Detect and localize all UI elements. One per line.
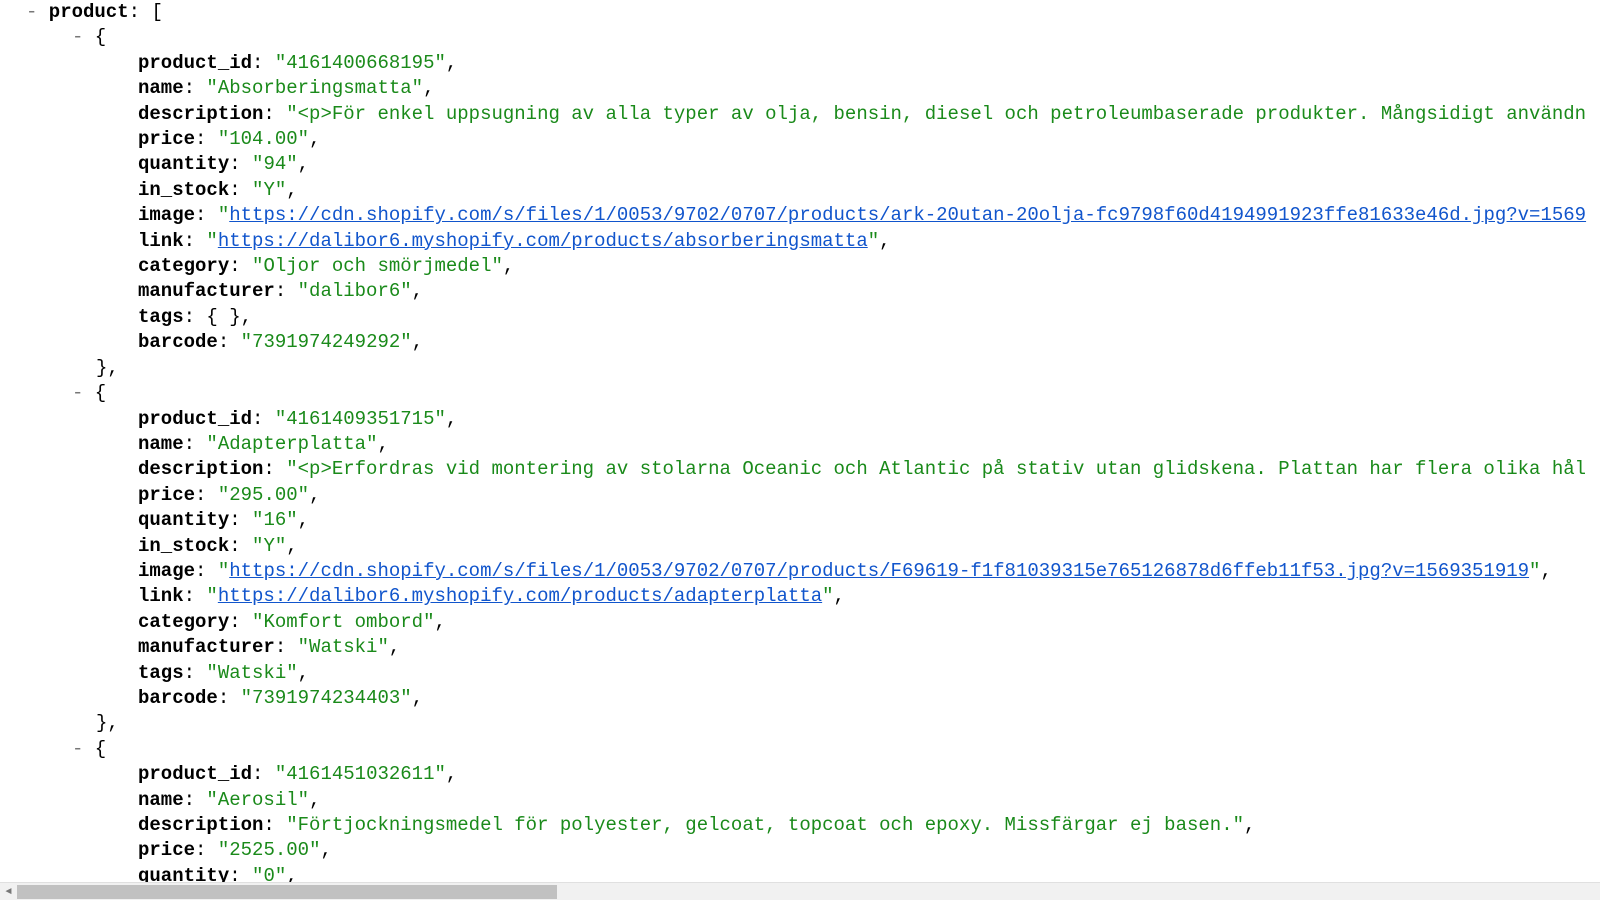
json-field: product_id: "4161409351715", (0, 407, 1600, 432)
json-field: link: "https://dalibor6.myshopify.com/pr… (0, 584, 1600, 609)
field-value: Förtjockningsmedel för polyester, gelcoa… (298, 814, 1233, 836)
json-field: name: "Absorberingsmatta", (0, 76, 1600, 101)
json-field: quantity: "0", (0, 864, 1600, 882)
open-bracket: [ (151, 1, 162, 23)
field-value: <p>Erfordras vid montering av stolarna O… (298, 458, 1586, 480)
scroll-left-arrow-icon[interactable]: ◄ (0, 883, 17, 900)
product-link[interactable]: https://dalibor6.myshopify.com/products/… (218, 585, 822, 607)
json-field: price: "295.00", (0, 483, 1600, 508)
field-value: 2525.00 (229, 839, 309, 861)
product-link[interactable]: https://dalibor6.myshopify.com/products/… (218, 230, 868, 252)
field-value: Absorberingsmatta (218, 77, 412, 99)
field-value: Oljor och smörjmedel (263, 255, 491, 277)
json-field: description: "Förtjockningsmedel för pol… (0, 813, 1600, 838)
field-value: 94 (263, 153, 286, 175)
close-brace: }, (0, 711, 1600, 736)
open-brace: { (95, 738, 106, 760)
json-field: description: "<p>Erfordras vid montering… (0, 457, 1600, 482)
open-brace: { (95, 26, 106, 48)
object-header[interactable]: - { (0, 25, 1600, 50)
field-value: Adapterplatta (218, 433, 366, 455)
image-link[interactable]: https://cdn.shopify.com/s/files/1/0053/9… (229, 204, 1586, 226)
json-field: price: "2525.00", (0, 838, 1600, 863)
json-field: manufacturer: "dalibor6", (0, 279, 1600, 304)
json-field: image: "https://cdn.shopify.com/s/files/… (0, 559, 1600, 584)
json-field: name: "Aerosil", (0, 788, 1600, 813)
field-value: 7391974249292 (252, 331, 400, 353)
json-field: quantity: "94", (0, 152, 1600, 177)
field-value: Komfort ombord (263, 611, 423, 633)
object-header[interactable]: - { (0, 381, 1600, 406)
root-key: product (49, 1, 129, 23)
field-value: 7391974234403 (252, 687, 400, 709)
json-field: description: "<p>För enkel uppsugning av… (0, 102, 1600, 127)
field-value: dalibor6 (309, 280, 400, 302)
json-field: barcode: "7391974234403", (0, 686, 1600, 711)
json-field: tags: { }, (0, 305, 1600, 330)
json-field: category: "Oljor och smörjmedel", (0, 254, 1600, 279)
collapse-toggle-icon[interactable]: - (72, 737, 83, 762)
json-field: tags: "Watski", (0, 661, 1600, 686)
json-field: image: "https://cdn.shopify.com/s/files/… (0, 203, 1600, 228)
field-value: Watski (309, 636, 377, 658)
collapse-toggle-icon[interactable]: - (26, 0, 37, 25)
json-field: barcode: "7391974249292", (0, 330, 1600, 355)
field-value: 295.00 (229, 484, 297, 506)
field-value: Aerosil (218, 789, 298, 811)
json-tree-viewer: - product: [ - { product_id: "4161400668… (0, 0, 1600, 882)
json-field: quantity: "16", (0, 508, 1600, 533)
json-field: price: "104.00", (0, 127, 1600, 152)
collapse-toggle-icon[interactable]: - (72, 25, 83, 50)
json-field: link: "https://dalibor6.myshopify.com/pr… (0, 229, 1600, 254)
json-field: in_stock: "Y", (0, 178, 1600, 203)
scroll-thumb[interactable] (17, 885, 557, 899)
field-value: Y (263, 179, 274, 201)
field-value: Y (263, 535, 274, 557)
json-field: manufacturer: "Watski", (0, 635, 1600, 660)
image-link[interactable]: https://cdn.shopify.com/s/files/1/0053/9… (229, 560, 1529, 582)
object-header[interactable]: - { (0, 737, 1600, 762)
field-value: Watski (218, 662, 286, 684)
json-field: product_id: "4161400668195", (0, 51, 1600, 76)
open-brace: { (95, 382, 106, 404)
close-brace: }, (0, 356, 1600, 381)
field-value: 4161409351715 (286, 408, 434, 430)
horizontal-scrollbar[interactable]: ◄ (0, 882, 1600, 900)
field-value: 0 (263, 865, 274, 882)
json-field: category: "Komfort ombord", (0, 610, 1600, 635)
field-value: 16 (263, 509, 286, 531)
json-field: name: "Adapterplatta", (0, 432, 1600, 457)
json-field: in_stock: "Y", (0, 534, 1600, 559)
field-value: 104.00 (229, 128, 297, 150)
field-value: <p>För enkel uppsugning av alla typer av… (298, 103, 1586, 125)
json-field: product_id: "4161451032611", (0, 762, 1600, 787)
collapse-toggle-icon[interactable]: - (72, 381, 83, 406)
array-header[interactable]: - product: [ (0, 0, 1600, 25)
field-value: { } (206, 306, 240, 328)
field-value: 4161451032611 (286, 763, 434, 785)
field-value: 4161400668195 (286, 52, 434, 74)
